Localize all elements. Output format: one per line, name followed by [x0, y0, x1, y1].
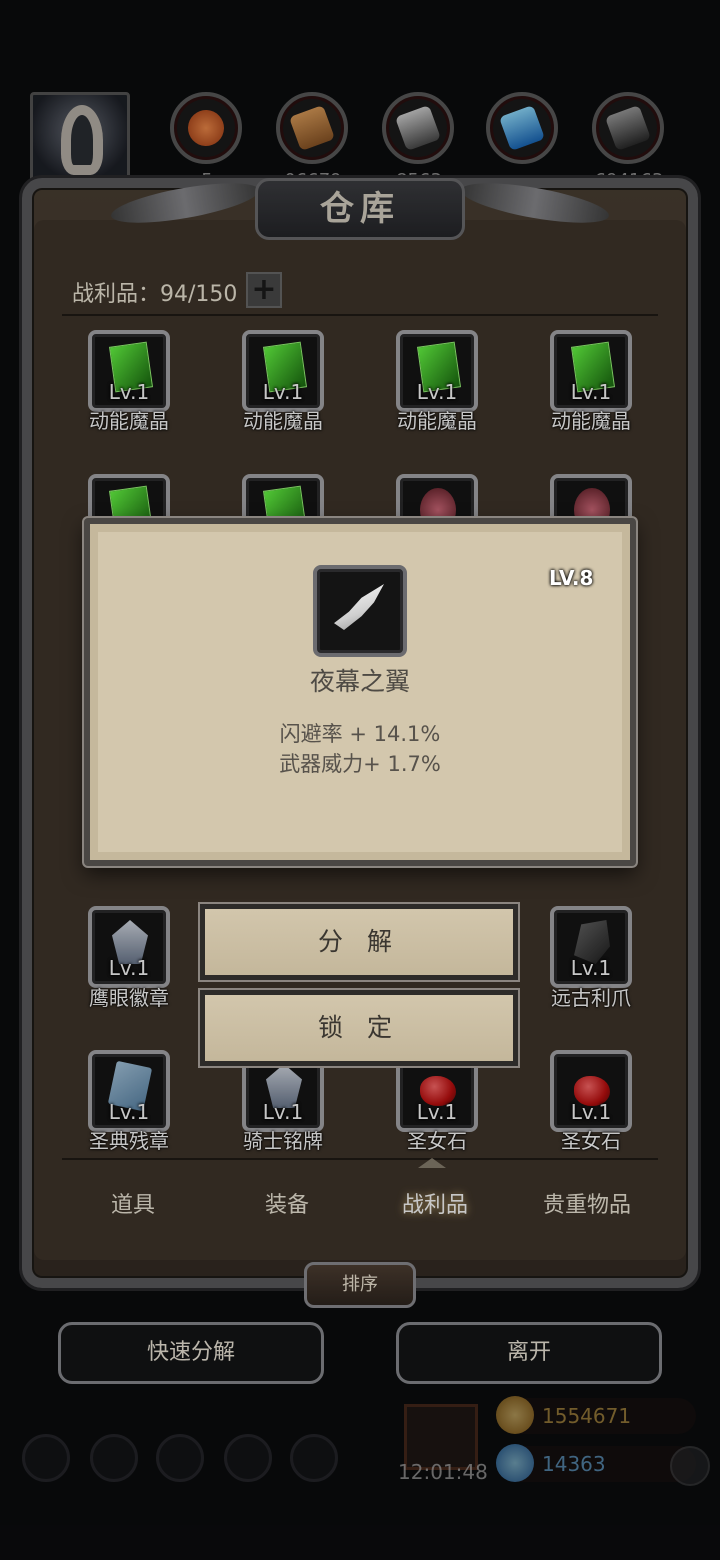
- item-detail-level: LV.8: [549, 566, 594, 590]
- decompose-button[interactable]: 分 解: [200, 904, 518, 980]
- item-detail-name: 夜幕之翼: [309, 667, 410, 696]
- item-stat: 武器威力+ 1.7%: [279, 752, 441, 776]
- lock-button[interactable]: 锁 定: [200, 990, 518, 1066]
- item-stat: 闪避率 + 14.1%: [279, 722, 441, 746]
